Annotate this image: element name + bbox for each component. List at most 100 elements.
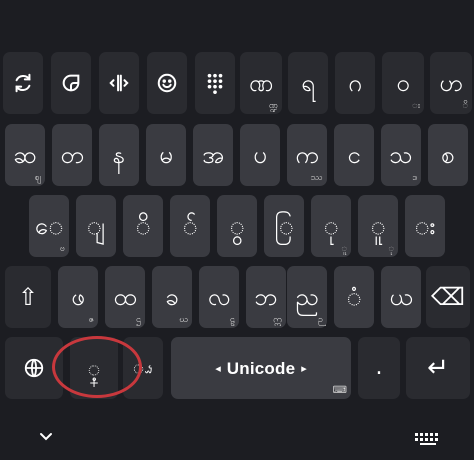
- key-label: င: [347, 141, 361, 169]
- key-uu-vowel[interactable]: ူ ု: [358, 195, 398, 257]
- key-sublabel: +: [88, 376, 100, 390]
- space-bar[interactable]: ◂ Unicode ▸ ⌨: [171, 337, 351, 399]
- navigation-bar: [0, 415, 474, 460]
- key-label: ဘ: [254, 283, 278, 311]
- letter-row-3: ⇧ ဖ ဇ ထ ဌ ခ ဃ လ ဠ ဘ ဣ ည ဉ ံ ယ ⌫: [0, 266, 474, 330]
- key-label: ေ: [34, 212, 64, 240]
- key-label: ိ: [135, 212, 151, 240]
- key-sublabel: ဣ: [273, 315, 282, 325]
- key-label: ု: [323, 212, 339, 240]
- key-anusvara[interactable]: ံ: [334, 266, 374, 328]
- key-label: ဂ: [348, 69, 362, 97]
- key-ra-medial[interactable]: ြ: [264, 195, 304, 257]
- language-switch-key[interactable]: [5, 337, 63, 399]
- enter-icon: ↵: [427, 353, 449, 383]
- key-e-vowel[interactable]: ေ ဗ: [29, 195, 69, 257]
- keyboard: ဏ ဏ္ဍ ရ ဂ ဝ း ဟ ိ ဆ ဈ တ န မ အ ပ က ဿ င သ …: [0, 0, 474, 460]
- key-label: ပ: [253, 141, 267, 169]
- keyboard-icon: [415, 433, 438, 445]
- key-i-vowel[interactable]: ိ: [123, 195, 163, 257]
- key-hta[interactable]: ထ ဌ: [105, 266, 145, 328]
- key-label: ည: [295, 283, 319, 311]
- key-label: ်: [182, 212, 198, 240]
- globe-icon: [24, 358, 44, 378]
- chevron-down-icon: [40, 433, 52, 441]
- key-tha[interactable]: သ ဒ: [381, 124, 421, 186]
- voice-input-key[interactable]: ၗ: [123, 337, 163, 399]
- cursor-move-button[interactable]: [99, 52, 139, 114]
- key-sublabel: ူ: [341, 244, 347, 254]
- key-nga[interactable]: င: [334, 124, 374, 186]
- key-sa[interactable]: စ: [428, 124, 468, 186]
- key-ba[interactable]: ဘ ဣ: [246, 266, 286, 328]
- key-asat[interactable]: ်: [170, 195, 210, 257]
- key-label: ဟ: [439, 69, 463, 97]
- right-arrow-icon: ▸: [301, 361, 307, 375]
- keyboard-settings-icon: ⌨: [332, 385, 347, 396]
- sticker-button[interactable]: [51, 52, 91, 114]
- key-sublabel: ဏ္ဍ: [268, 101, 278, 111]
- key-label: ျ: [86, 212, 106, 240]
- key-u-vowel[interactable]: ု ူ: [311, 195, 351, 257]
- key-sublabel: း: [412, 101, 420, 111]
- key-label: ြ: [274, 212, 294, 240]
- enter-key[interactable]: ↵: [406, 337, 470, 399]
- key-ta[interactable]: တ: [52, 124, 92, 186]
- key-sublabel: ဌ: [136, 315, 141, 325]
- space-bar-label: Unicode: [226, 358, 296, 378]
- key-label: အ: [201, 141, 225, 169]
- key-la[interactable]: လ ဠ: [199, 266, 239, 328]
- key-label: ဖ: [71, 283, 85, 311]
- key-ha[interactable]: ဟ ိ: [430, 52, 472, 114]
- key-wa[interactable]: ဝ း: [382, 52, 424, 114]
- toolbar-row: ဏ ဏ္ဍ ရ ဂ ဝ း ဟ ိ: [0, 52, 474, 116]
- backspace-key[interactable]: ⌫: [426, 266, 470, 328]
- switch-keyboard-button[interactable]: [414, 431, 442, 445]
- emoji-button[interactable]: [147, 52, 187, 114]
- key-nna[interactable]: ဏ ဏ္ဍ: [240, 52, 282, 114]
- key-sublabel: ဠ: [229, 315, 235, 325]
- key-ya-medial[interactable]: ျ: [76, 195, 116, 257]
- key-sublabel: ု: [388, 244, 394, 254]
- key-label: ဆ: [13, 141, 37, 169]
- key-ya[interactable]: ယ: [381, 266, 421, 328]
- key-label: ရ: [301, 69, 315, 97]
- key-ka[interactable]: က ဿ: [287, 124, 327, 186]
- key-label: ဏ: [248, 69, 274, 97]
- sync-icon: [15, 73, 31, 93]
- period-key[interactable]: .: [358, 337, 400, 399]
- key-nya[interactable]: ည ဉ: [287, 266, 327, 328]
- key-sublabel: ဗ: [59, 244, 65, 254]
- key-label: း: [414, 212, 436, 240]
- key-sublabel: ဒ: [412, 173, 417, 183]
- key-visarga[interactable]: း: [405, 195, 445, 257]
- sync-button[interactable]: [3, 52, 43, 114]
- key-ma[interactable]: မ: [146, 124, 186, 186]
- key-kha[interactable]: ခ ဃ: [152, 266, 192, 328]
- dot-below-key[interactable]: ့ +: [70, 337, 118, 399]
- key-label: ဝ: [396, 69, 410, 97]
- key-pa[interactable]: ပ: [240, 124, 280, 186]
- shift-key[interactable]: ⇧: [5, 266, 51, 328]
- key-hsa[interactable]: ဆ ဈ: [5, 124, 45, 186]
- key-label: မ: [159, 141, 173, 169]
- emoji-icon: [157, 73, 177, 93]
- key-label: ူ: [370, 212, 386, 240]
- letter-row-1: ဆ ဈ တ န မ အ ပ က ဿ င သ ဒ စ: [0, 124, 474, 188]
- key-label: လ: [207, 283, 231, 311]
- key-pha[interactable]: ဖ ဇ: [58, 266, 98, 328]
- numpad-icon: [207, 73, 223, 94]
- key-label: ွ: [229, 212, 245, 240]
- hide-keyboard-button[interactable]: [36, 429, 56, 445]
- cursor-move-icon: [109, 74, 129, 92]
- key-a[interactable]: အ: [193, 124, 233, 186]
- key-label: န: [112, 141, 126, 169]
- key-label: ခ: [165, 283, 179, 311]
- key-label: .: [375, 355, 383, 380]
- numpad-button[interactable]: [195, 52, 235, 114]
- key-wa-medial[interactable]: ွ: [217, 195, 257, 257]
- key-na[interactable]: န: [99, 124, 139, 186]
- key-ga[interactable]: ဂ: [335, 52, 375, 114]
- key-ra[interactable]: ရ: [288, 52, 328, 114]
- key-label: က: [295, 141, 319, 169]
